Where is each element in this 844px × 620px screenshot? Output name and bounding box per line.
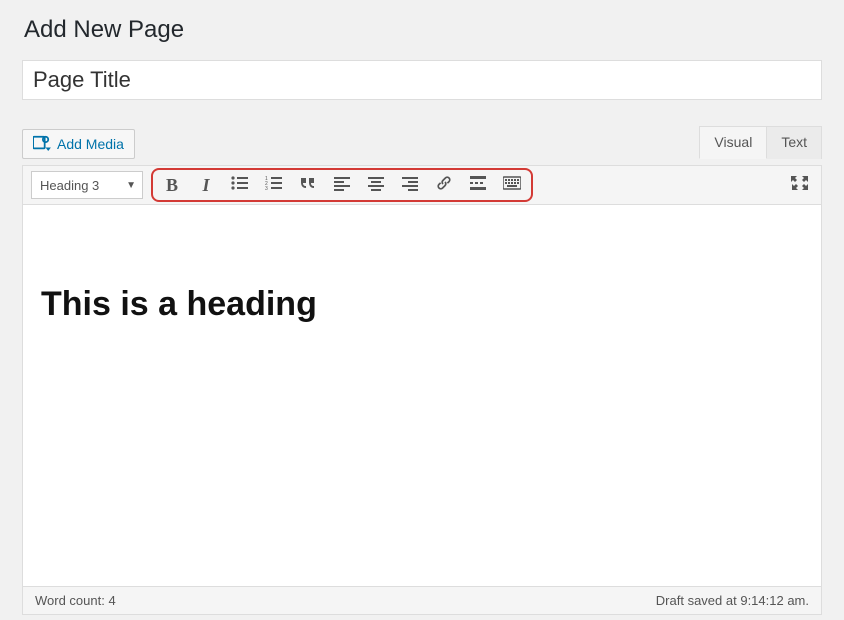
read-more-icon bbox=[469, 175, 487, 196]
keyboard-icon bbox=[503, 175, 521, 196]
numbered-list-icon: 1 2 3 bbox=[265, 175, 283, 196]
blockquote-button[interactable] bbox=[293, 172, 323, 198]
align-left-button[interactable] bbox=[327, 172, 357, 198]
italic-button[interactable]: I bbox=[191, 172, 221, 198]
draft-saved-status: Draft saved at 9:14:12 am. bbox=[656, 593, 809, 608]
align-right-icon bbox=[401, 175, 419, 196]
add-media-label: Add Media bbox=[57, 136, 124, 152]
chevron-down-icon: ▼ bbox=[126, 180, 136, 191]
editor-top-row: Add Media Visual Text bbox=[22, 126, 822, 159]
status-bar: Word count: 4 Draft saved at 9:14:12 am. bbox=[22, 587, 822, 615]
align-left-icon bbox=[333, 175, 351, 196]
media-icon bbox=[33, 135, 51, 154]
editor-mode-tabs: Visual Text bbox=[699, 126, 822, 159]
page-title: Add New Page bbox=[24, 16, 822, 44]
link-icon bbox=[435, 175, 453, 196]
read-more-button[interactable] bbox=[463, 172, 493, 198]
word-count: Word count: 4 bbox=[35, 593, 116, 608]
fullscreen-icon bbox=[791, 175, 809, 196]
toolbar-toggle-button[interactable] bbox=[497, 172, 527, 198]
fullscreen-button[interactable] bbox=[785, 172, 815, 198]
blockquote-icon bbox=[299, 175, 317, 196]
link-button[interactable] bbox=[429, 172, 459, 198]
format-dropdown-value: Heading 3 bbox=[40, 178, 99, 193]
editor-page: Add New Page Add Media Visual Text Headi… bbox=[0, 0, 844, 620]
format-dropdown[interactable]: Heading 3 ▼ bbox=[31, 171, 143, 199]
bold-button[interactable]: B bbox=[157, 172, 187, 198]
add-media-button[interactable]: Add Media bbox=[22, 129, 135, 159]
align-center-button[interactable] bbox=[361, 172, 391, 198]
editor-content-area[interactable]: This is a heading bbox=[22, 205, 822, 587]
svg-text:3: 3 bbox=[265, 186, 268, 191]
bullet-list-button[interactable] bbox=[225, 172, 255, 198]
editor-toolbar: Heading 3 ▼ B I 1 2 bbox=[22, 165, 822, 205]
align-right-button[interactable] bbox=[395, 172, 425, 198]
numbered-list-button[interactable]: 1 2 3 bbox=[259, 172, 289, 198]
toolbar-button-group: B I 1 2 3 bbox=[151, 168, 533, 202]
tab-visual[interactable]: Visual bbox=[699, 126, 767, 159]
content-heading: This is a heading bbox=[41, 285, 803, 324]
align-center-icon bbox=[367, 175, 385, 196]
post-title-input[interactable] bbox=[22, 60, 822, 100]
bullet-list-icon bbox=[231, 175, 249, 196]
tab-text[interactable]: Text bbox=[767, 126, 822, 159]
